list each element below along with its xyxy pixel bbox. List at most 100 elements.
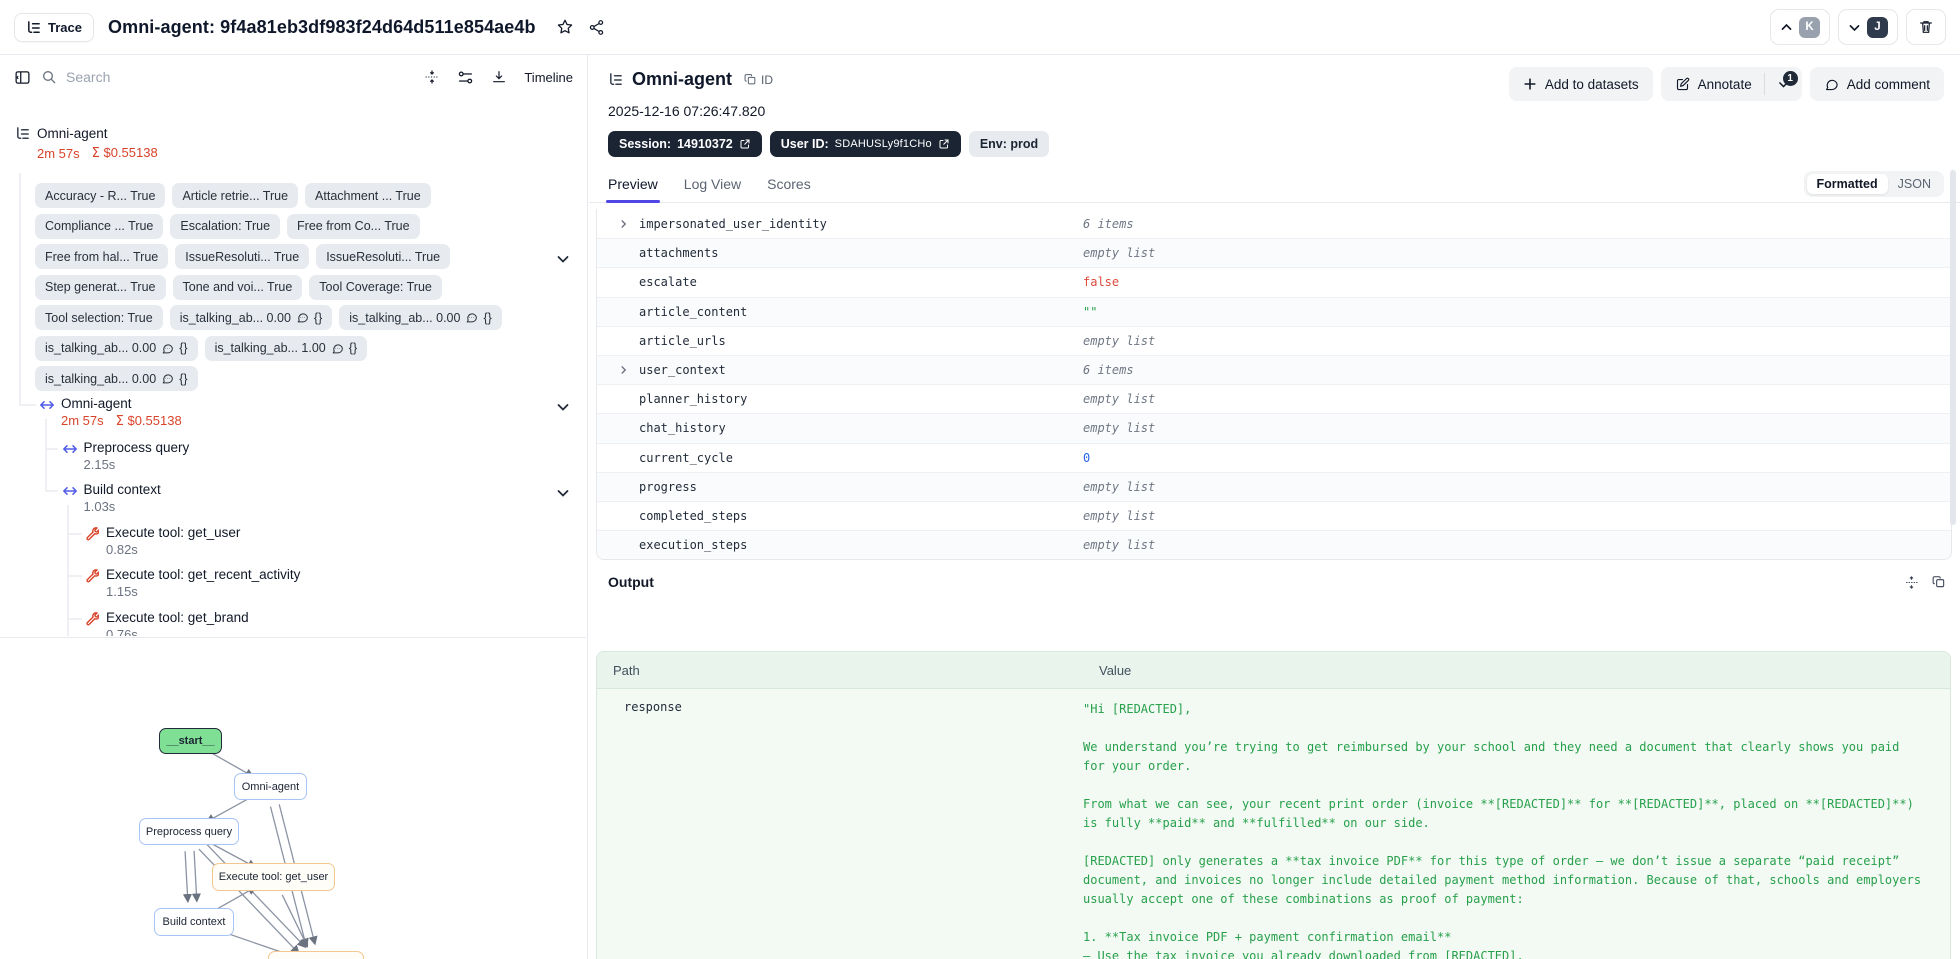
copy-output-icon[interactable] [1932, 575, 1946, 589]
score-badge[interactable]: Attachment ... True [305, 183, 431, 208]
graph-node[interactable]: __start__ [159, 728, 222, 754]
trash-icon [1920, 21, 1932, 33]
score-badge[interactable]: is_talking_ab... 0.00{} [35, 366, 198, 391]
json-table-row[interactable]: attachments empty list [597, 238, 1951, 268]
span-name: Omni-agent [61, 396, 132, 411]
comment-icon [297, 313, 308, 323]
plus-icon [1524, 78, 1536, 90]
trace-detail-panel: Omni-agent ID Add to datasets Annotate 1 [589, 55, 1960, 959]
score-badge[interactable]: is_talking_ab... 0.00{} [35, 335, 198, 361]
score-badge[interactable]: Escalation: True [170, 213, 281, 239]
score-badge[interactable]: Compliance ... True [35, 213, 164, 239]
bookmark-star-icon[interactable] [556, 18, 574, 36]
collapse-all-icon[interactable] [424, 69, 440, 85]
annotate-dropdown-button[interactable]: 1 [1765, 67, 1802, 101]
expand-output-icon[interactable] [1904, 575, 1919, 590]
format-formatted-option[interactable]: Formatted [1806, 174, 1888, 194]
score-badge[interactable]: is_talking_ab... 0.00{} [169, 305, 333, 330]
share-icon[interactable] [588, 19, 605, 36]
score-badge[interactable]: Tool Coverage: True [309, 274, 442, 300]
json-table-row[interactable]: planner_history empty list [597, 384, 1951, 413]
expand-row-chevron-icon[interactable] [618, 365, 629, 376]
json-value: "" [1083, 304, 1098, 319]
json-table-row[interactable]: chat_history empty list [597, 413, 1951, 443]
score-badge[interactable]: Tool selection: True [35, 305, 163, 330]
search-input[interactable] [66, 69, 306, 85]
score-badge[interactable]: Article retrie... True [172, 183, 299, 208]
json-table-row[interactable]: article_content "" [597, 296, 1951, 326]
prev-trace-button[interactable]: K [1770, 9, 1830, 45]
input-json-table: impersonated_user_identity 6 items attachm… [596, 209, 1952, 561]
tree-root-span[interactable]: Omni-agent [15, 126, 108, 141]
external-link-icon [939, 139, 949, 149]
output-col-value: Value [1099, 662, 1132, 678]
score-badge[interactable]: is_talking_ab... 1.00{} [204, 335, 368, 361]
score-badge[interactable]: IssueResoluti... True [316, 244, 451, 269]
tab-log-view[interactable]: Log View [684, 176, 741, 202]
json-table-row[interactable]: completed_steps empty list [597, 500, 1951, 530]
copy-id-button[interactable]: ID [744, 73, 773, 87]
list-tree-icon [26, 20, 41, 35]
json-table-row[interactable]: impersonated_user_identity 6 items [597, 209, 1951, 238]
add-comment-button[interactable]: Add comment [1809, 67, 1944, 101]
vertical-scrollbar-thumb[interactable] [1950, 170, 1956, 525]
json-key: completed_steps [639, 508, 748, 523]
graph-node[interactable]: Build context [154, 908, 234, 936]
expand-row-chevron-icon[interactable] [618, 218, 629, 229]
chevron-up-icon [1781, 23, 1792, 30]
trace-badge-label: Trace [48, 19, 82, 35]
graph-node[interactable]: Execute tool: get_user [212, 863, 335, 891]
collapse-panel-icon[interactable] [14, 69, 31, 86]
graph-view-icon[interactable] [457, 69, 474, 86]
json-table-row[interactable]: article_urls empty list [597, 325, 1951, 355]
next-trace-button[interactable]: J [1838, 9, 1898, 45]
json-table-row[interactable]: progress empty list [597, 471, 1951, 501]
preview-content: impersonated_user_identity 6 items attachm… [589, 204, 1960, 959]
collapse-span-chevron-icon[interactable] [555, 485, 571, 501]
tool-span-icon [86, 527, 99, 541]
collapse-root-chevron-icon[interactable] [555, 251, 571, 267]
span-duration: 1.15s [106, 584, 138, 599]
env-badge: Env: prod [968, 131, 1050, 157]
pen-square-icon [1676, 77, 1689, 90]
score-badges: Accuracy - R... True Article retrie... Tr… [35, 183, 565, 391]
span-name: Execute tool: get_user [106, 525, 241, 540]
score-badge[interactable]: Accuracy - R... True [35, 183, 166, 208]
agent-graph-panel: __start__ Omni-agent Preprocess query Execu… [0, 637, 586, 959]
collapse-span-chevron-icon[interactable] [555, 399, 571, 415]
json-table-row[interactable]: escalate false [597, 267, 1951, 296]
span-name: Execute tool: get_recent_activity [106, 567, 301, 582]
graph-node[interactable]: Omni-agent [234, 773, 307, 800]
score-badge[interactable]: Free from Co... True [287, 213, 420, 239]
tab-preview[interactable]: Preview [606, 176, 660, 203]
json-table-row[interactable]: execution_steps empty list [597, 530, 1951, 560]
format-json-option[interactable]: JSON [1888, 174, 1941, 194]
delete-trace-button[interactable] [1906, 9, 1946, 45]
json-value: empty list [1083, 246, 1156, 261]
json-table-row[interactable]: user_context 6 items [597, 354, 1951, 385]
user-id-badge[interactable]: User ID: SDAHUSLy9f1CHo [769, 131, 961, 157]
json-value: 6 items [1083, 363, 1134, 378]
json-table-row[interactable]: current_cycle 0 [597, 442, 1951, 472]
add-to-datasets-button[interactable]: Add to datasets [1508, 67, 1653, 101]
search-box[interactable] [41, 69, 341, 85]
tab-scores[interactable]: Scores [767, 176, 811, 202]
score-badge[interactable]: Tone and voi... True [172, 274, 303, 300]
score-badge[interactable]: Free from hal... True [35, 244, 169, 269]
output-response-row[interactable]: response "Hi [REDACTED], We understand y… [597, 689, 1950, 959]
session-badge[interactable]: Session: 14910372 [608, 131, 762, 157]
graph-node[interactable]: Preprocess query [139, 818, 239, 845]
download-icon[interactable] [491, 69, 507, 85]
score-badge[interactable]: is_talking_ab... 0.00{} [339, 305, 502, 330]
span-duration: 0.82s [106, 542, 138, 557]
annotate-button[interactable]: Annotate [1661, 67, 1764, 101]
output-section-title: Output [608, 574, 654, 591]
score-badge[interactable]: IssueResoluti... True [175, 244, 310, 269]
chevron-down-icon [1849, 24, 1860, 31]
score-badge[interactable]: Step generat... True [35, 274, 166, 300]
graph-node[interactable] [268, 951, 364, 959]
span-duration: 1.03s [83, 499, 116, 514]
trace-type-badge: Trace [14, 12, 94, 42]
timeline-toggle[interactable]: Timeline [524, 70, 573, 85]
json-value: empty list [1083, 479, 1156, 494]
